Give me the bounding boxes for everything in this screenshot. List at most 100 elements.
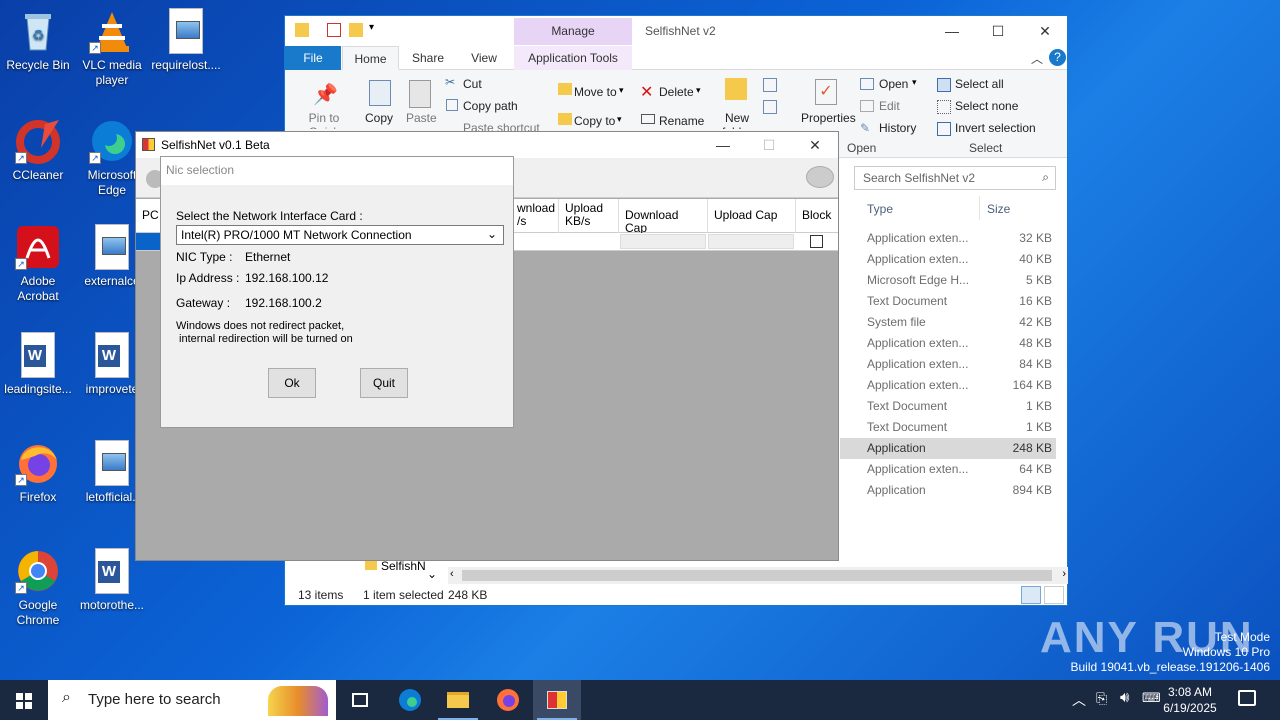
copy-to-button[interactable]: Copy to <box>574 114 615 128</box>
column-header-upload[interactable]: Upload KB/s <box>558 199 618 233</box>
network-icon[interactable]: ⎘ <box>1096 690 1107 707</box>
paste-button[interactable]: Paste <box>406 111 437 125</box>
download-cap-stepper[interactable] <box>620 234 706 249</box>
scroll-thumb[interactable] <box>462 570 1052 581</box>
column-header-download[interactable]: wnload /s <box>510 199 558 233</box>
maximize-button[interactable]: ☐ <box>975 16 1021 46</box>
properties-button[interactable]: Properties <box>801 111 856 125</box>
open-button[interactable]: Open <box>879 77 908 91</box>
delete-button[interactable]: Delete <box>659 85 694 99</box>
nic-dropdown[interactable]: Intel(R) PRO/1000 MT Network Connection … <box>176 225 504 245</box>
tab-view[interactable]: View <box>459 46 509 70</box>
manage-tab[interactable]: Manage <box>514 18 632 45</box>
ok-button[interactable]: Ok <box>268 368 316 398</box>
new-item-icon[interactable] <box>763 78 777 92</box>
file-row[interactable]: Application exten... 64 KB <box>840 459 1056 480</box>
desktop-icon-firefox[interactable]: ↗ Firefox <box>0 440 76 505</box>
block-checkbox[interactable] <box>810 235 823 248</box>
desktop-icon-label: motorothe... <box>79 598 145 612</box>
file-type: Application exten... <box>867 462 969 476</box>
column-header-upload-cap[interactable]: Upload Cap <box>707 199 795 233</box>
scroll-right-icon[interactable]: › <box>1062 568 1066 580</box>
select-none-button[interactable]: Select none <box>955 99 1018 113</box>
easy-access-icon[interactable] <box>763 100 777 114</box>
invert-selection-button[interactable]: Invert selection <box>955 121 1036 135</box>
start-button[interactable] <box>0 680 48 720</box>
new-folder-quick-icon[interactable] <box>349 23 363 37</box>
details-view-icon[interactable] <box>1021 586 1041 604</box>
desktop-icon-ccleaner[interactable]: ↗ CCleaner <box>0 118 76 183</box>
taskbar-selfishnet[interactable] <box>533 680 581 720</box>
tab-home[interactable]: Home <box>342 46 399 70</box>
desktop-icon-acrobat[interactable]: ↗ Adobe Acrobat <box>0 224 76 304</box>
horizontal-scrollbar[interactable]: ‹ › <box>448 567 1068 584</box>
desktop-icon-vlc[interactable]: ↗ VLC media player <box>74 8 150 88</box>
history-button[interactable]: History <box>879 121 916 135</box>
search-input[interactable]: Search SelfishNet v2 ⌕ <box>854 166 1056 190</box>
copy-path-icon <box>446 99 458 111</box>
close-button[interactable]: ✕ <box>792 130 838 160</box>
chevron-down-icon: ▾ <box>696 85 701 95</box>
show-hidden-icons-icon[interactable]: ︿ <box>1072 690 1086 710</box>
taskbar-edge[interactable] <box>386 680 434 720</box>
desktop-icon-chrome[interactable]: ↗ Google Chrome <box>0 548 76 628</box>
large-icons-view-icon[interactable] <box>1044 586 1064 604</box>
copy-button[interactable]: Copy <box>365 111 393 125</box>
file-row[interactable]: Application exten... 40 KB <box>840 249 1056 270</box>
desktop-icon-leadingsite[interactable]: leadingsite... <box>0 332 76 397</box>
clock-time: 3:08 AM <box>1167 685 1213 699</box>
quit-button[interactable]: Quit <box>360 368 408 398</box>
file-row[interactable]: Application exten... 164 KB <box>840 375 1056 396</box>
tab-file[interactable]: File <box>285 46 341 70</box>
properties-quick-icon[interactable] <box>327 23 341 37</box>
taskbar-firefox[interactable] <box>484 680 532 720</box>
minimize-button[interactable]: — <box>700 130 746 160</box>
chevron-down-icon[interactable]: ▾ <box>369 22 374 33</box>
file-row[interactable]: Text Document 16 KB <box>840 291 1056 312</box>
taskbar-file-explorer[interactable] <box>434 680 482 720</box>
file-row[interactable]: Application 894 KB <box>840 480 1056 501</box>
chevron-down-icon[interactable]: ⌄ <box>427 567 437 581</box>
column-header-download-cap[interactable]: Download Cap <box>618 199 707 235</box>
scroll-left-icon[interactable]: ‹ <box>450 568 454 580</box>
explorer-titlebar[interactable]: ▾ Manage SelfishNet v2 — ☐ ✕ <box>285 16 1067 46</box>
taskbar-clock[interactable]: 3:08 AM 6/19/2025 <box>1160 684 1220 716</box>
file-row[interactable]: Text Document 1 KB <box>840 396 1056 417</box>
file-row[interactable]: Application exten... 32 KB <box>840 228 1056 249</box>
tab-share[interactable]: Share <box>403 46 453 70</box>
desktop-icon-recycle-bin[interactable]: ♻ Recycle Bin <box>0 8 76 73</box>
keyboard-icon[interactable]: ⌨ <box>1142 690 1161 706</box>
file-row[interactable]: Application exten... 84 KB <box>840 354 1056 375</box>
move-to-button[interactable]: Move to <box>574 85 617 99</box>
file-row[interactable]: Application 248 KB <box>840 438 1056 459</box>
collapse-ribbon-icon[interactable]: ︿ <box>1031 50 1043 67</box>
tab-application-tools[interactable]: Application Tools <box>514 46 632 70</box>
pin-to-quick-access-button[interactable]: Pin to Quick access <box>292 111 356 129</box>
upload-cap-stepper[interactable] <box>708 234 794 249</box>
copy-path-button[interactable]: Copy path <box>463 99 518 113</box>
rename-button[interactable]: Rename <box>659 114 704 128</box>
selfishnet-titlebar[interactable]: SelfishNet v0.1 Beta — ☐ ✕ <box>136 132 838 158</box>
edit-button[interactable]: Edit <box>879 99 900 113</box>
file-row[interactable]: Microsoft Edge H... 5 KB <box>840 270 1056 291</box>
new-folder-button[interactable]: New folder <box>719 111 755 129</box>
row-selector[interactable] <box>136 233 161 250</box>
taskbar-search-input[interactable]: ⌕ Type here to search <box>48 680 336 720</box>
file-row[interactable]: System file 42 KB <box>840 312 1056 333</box>
notifications-icon[interactable] <box>1238 690 1256 706</box>
close-button[interactable]: ✕ <box>1022 16 1068 46</box>
info-icon[interactable] <box>806 166 834 188</box>
volume-icon[interactable]: 🔊︎ <box>1120 689 1129 706</box>
file-row[interactable]: Text Document 1 KB <box>840 417 1056 438</box>
column-header-type[interactable]: Type <box>867 202 893 216</box>
minimize-button[interactable]: — <box>929 16 975 46</box>
select-all-button[interactable]: Select all <box>955 77 1004 91</box>
column-header-block[interactable]: Block <box>795 199 838 233</box>
desktop-icon-requirelost[interactable]: requirelost.... <box>148 8 224 73</box>
file-size: 164 KB <box>1012 378 1052 392</box>
column-header-size[interactable]: Size <box>987 202 1010 216</box>
task-view-button[interactable] <box>336 680 384 720</box>
cut-button[interactable]: Cut <box>463 77 482 91</box>
help-icon[interactable]: ? <box>1049 49 1066 66</box>
file-row[interactable]: Application exten... 48 KB <box>840 333 1056 354</box>
